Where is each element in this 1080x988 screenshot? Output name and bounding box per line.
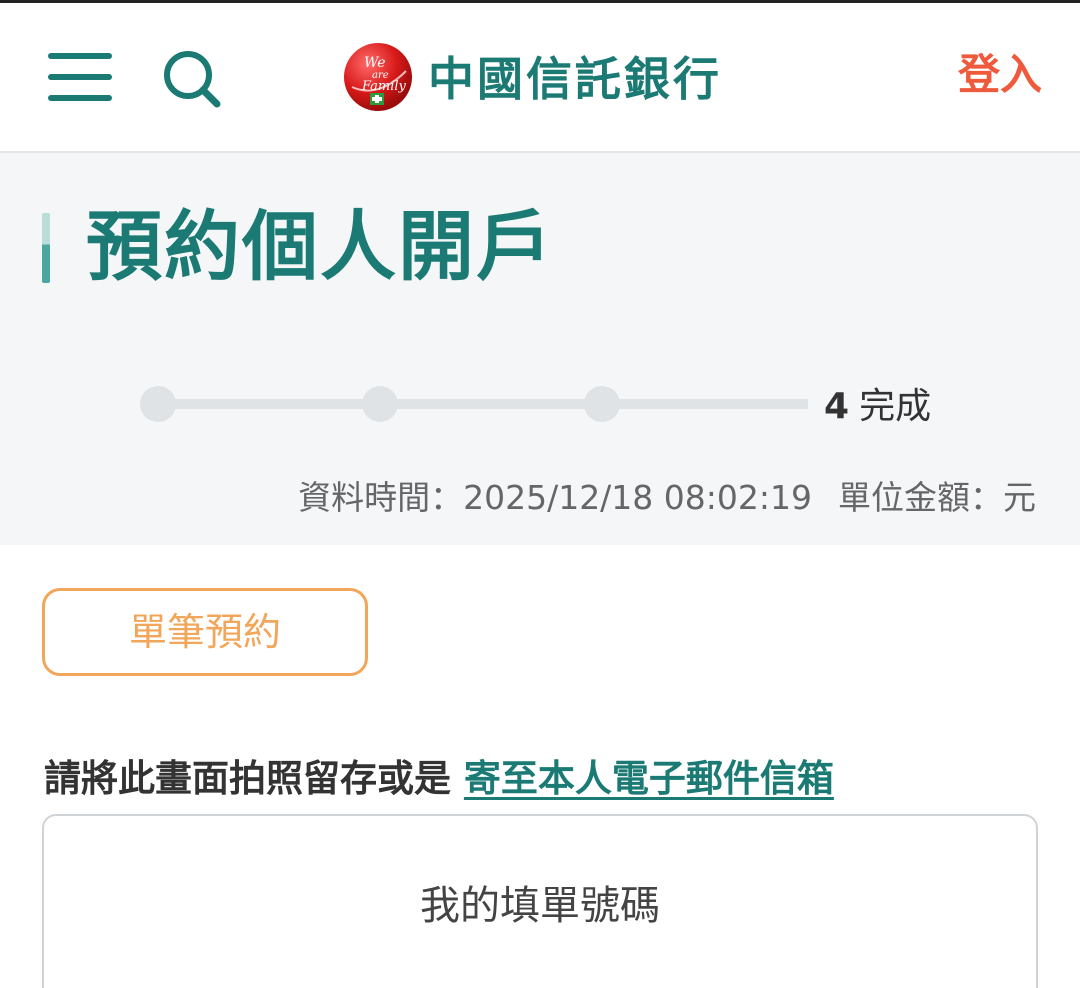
data-timestamp-row: 資料時間：2025/12/18 08:02:19 單位金額：元 [298,475,1036,521]
bank-logo: We are Family [342,41,414,113]
instruction-line: 請將此畫面拍照留存或是 寄至本人電子郵件信箱 [44,752,834,806]
hero-section: 預約個人開戶 4 完成 資料時間：2025/12/18 08:02:19 單位金額：… [0,153,1080,545]
step-4-number: 4 [824,386,850,427]
step-2-dot [362,386,398,422]
instruction-text: 請將此畫面拍照留存或是 [44,757,451,800]
reservation-number-card: 我的填單號碼 [42,814,1038,988]
title-accent-bar [42,213,50,283]
hamburger-menu-icon[interactable] [48,51,114,105]
data-time: 資料時間：2025/12/18 08:02:19 [298,478,812,517]
step-4-label: 4 完成 [824,383,931,431]
bank-name: 中國信託銀行 [428,52,722,106]
send-email-link[interactable]: 寄至本人電子郵件信箱 [464,757,834,800]
single-reservation-tab[interactable]: 單筆預約 [42,588,368,676]
step-4-text: 完成 [859,386,932,427]
step-3-dot [584,386,620,422]
step-1-dot [140,386,176,422]
reservation-number-label: 我的填單號碼 [420,883,660,929]
login-button[interactable]: 登入 [958,45,1042,105]
page: We are Family 中國信託銀行 登入 預約個人開戶 4 完成 資料時間：… [0,0,1080,988]
progress-stepper: 4 完成 [140,383,950,431]
svg-text:Family: Family [361,79,407,94]
svg-text:We: We [364,55,386,71]
stepper-track [158,399,808,409]
search-icon[interactable] [160,47,224,111]
unit-label: 單位金額：元 [838,478,1036,517]
app-header: We are Family 中國信託銀行 登入 [0,3,1080,153]
page-title: 預約個人開戶 [86,202,554,291]
